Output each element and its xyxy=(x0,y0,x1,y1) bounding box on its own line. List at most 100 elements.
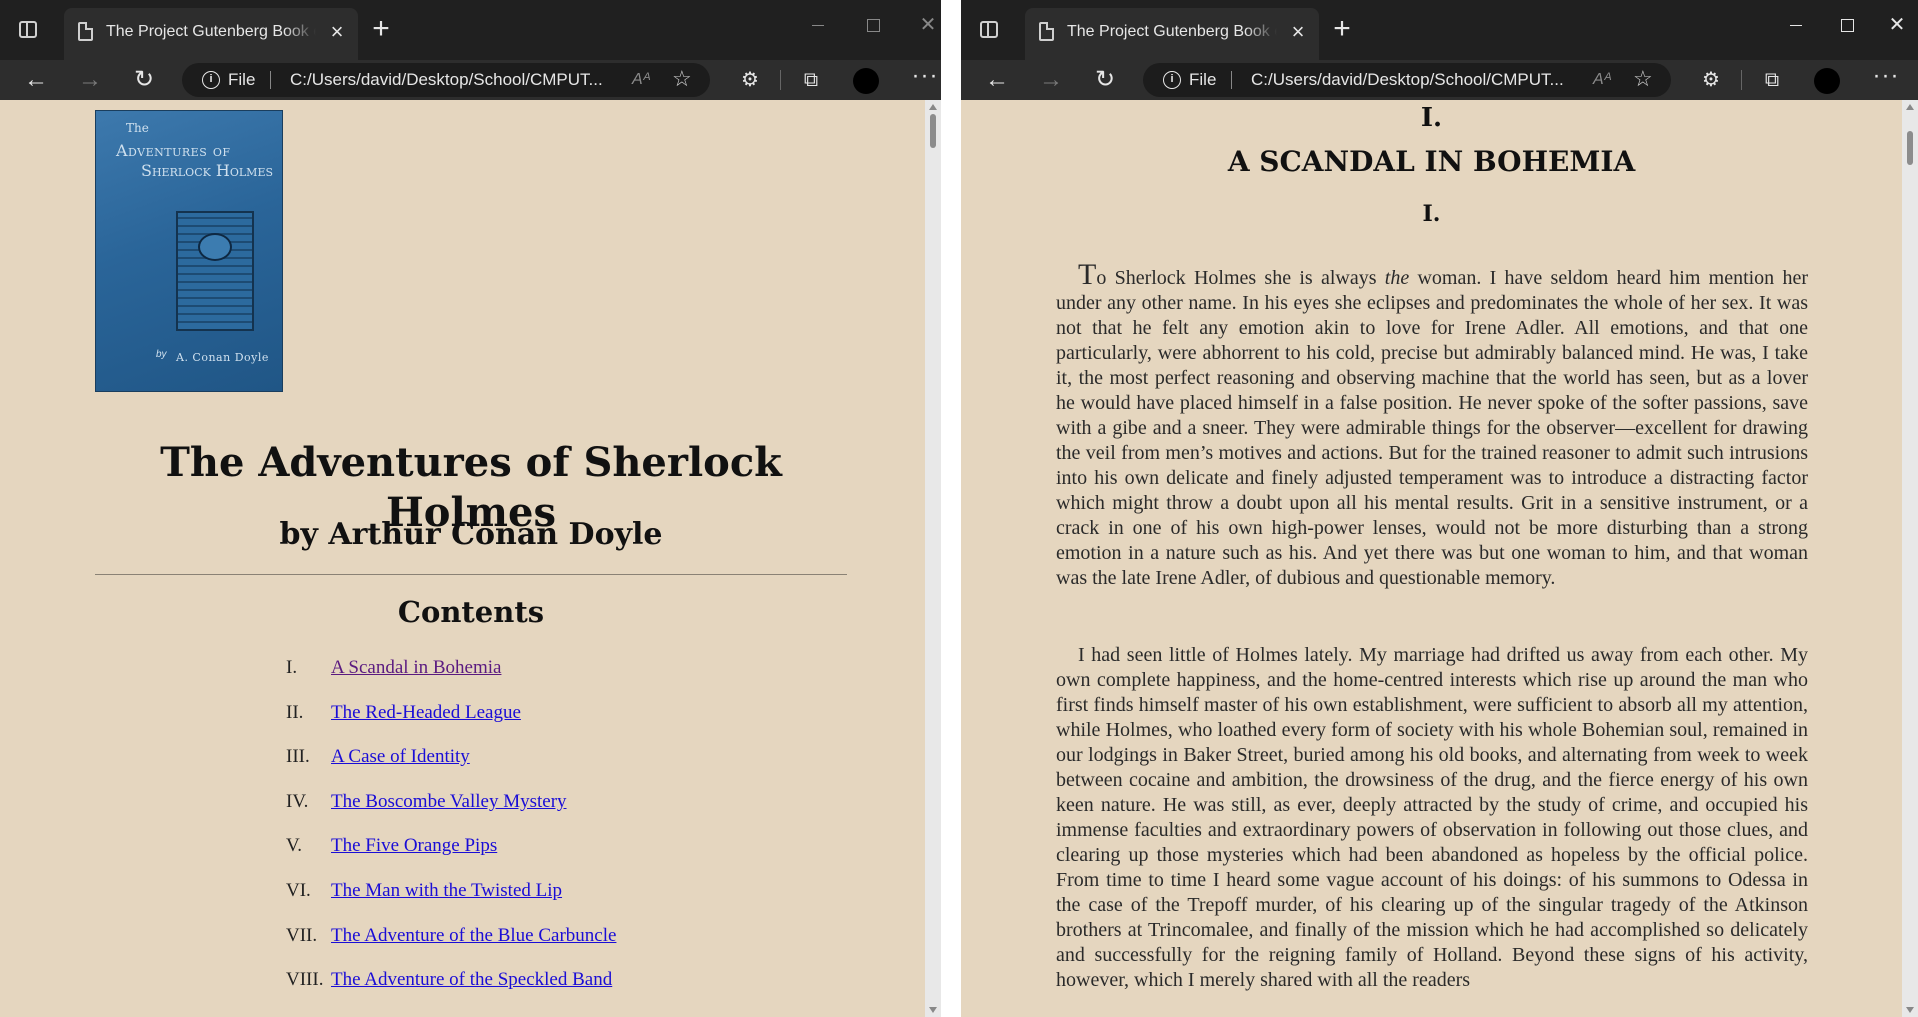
chapter-number: I. xyxy=(1420,103,1443,133)
refresh-button[interactable]: ↻ xyxy=(1089,64,1121,96)
toc-number: IV. xyxy=(286,790,309,812)
profile-avatar[interactable] xyxy=(853,68,879,94)
scheme-label: File xyxy=(1189,70,1217,89)
url-text[interactable]: C:/Users/david/Desktop/School/CMPUT... xyxy=(1251,70,1581,90)
new-tab-button[interactable]: + xyxy=(367,14,395,44)
scrollbar[interactable] xyxy=(925,100,941,1017)
scroll-up-arrow[interactable] xyxy=(1906,104,1914,110)
scroll-down-arrow[interactable] xyxy=(929,1007,937,1013)
page-icon xyxy=(78,22,93,41)
address-divider xyxy=(1231,71,1232,89)
maximize-button[interactable] xyxy=(1824,10,1870,40)
toc-number: III. xyxy=(286,746,310,768)
info-icon[interactable]: i xyxy=(202,71,220,89)
scroll-thumb[interactable] xyxy=(1907,131,1913,166)
chapter-title: A SCANDAL IN BOHEMIA xyxy=(1227,145,1636,178)
tab-active[interactable]: The Project Gutenberg Book of The Advent… xyxy=(1025,8,1319,60)
minimize-button[interactable] xyxy=(1773,10,1819,40)
toolbar: ← → ↻ i File C:/Users/david/Desktop/Scho… xyxy=(0,60,941,100)
url-text[interactable]: C:/Users/david/Desktop/School/CMPUT... xyxy=(290,70,620,90)
tab-close-icon[interactable]: × xyxy=(1287,21,1309,43)
page-icon xyxy=(1039,22,1054,41)
paragraph: I had seen little of Holmes lately. My m… xyxy=(1056,644,1808,991)
address-bar[interactable]: i File C:/Users/david/Desktop/School/CMP… xyxy=(182,63,710,97)
book-author: by Arthur Conan Doyle xyxy=(279,517,663,552)
tab-actions-icon[interactable] xyxy=(16,17,42,43)
book-cover-image: The Adventures of Sherlock Holmes by A. … xyxy=(95,110,283,392)
back-button[interactable]: ← xyxy=(981,64,1013,96)
browser-window-left: The Project Gutenberg Book of The Advent… xyxy=(0,0,941,1017)
address-bar[interactable]: i File C:/Users/david/Desktop/School/CMP… xyxy=(1143,63,1671,97)
toc-item: III. A Case of Identity xyxy=(286,745,786,790)
tab-close-icon[interactable]: × xyxy=(326,21,348,43)
collections-icon[interactable]: ⧉ xyxy=(1760,68,1784,92)
toc-link[interactable]: The Adventure of the Speckled Band xyxy=(331,968,612,992)
toc-number: VIII. xyxy=(286,969,324,991)
forward-button[interactable]: → xyxy=(1035,64,1067,96)
toc-link[interactable]: A Scandal in Bohemia xyxy=(331,656,501,680)
tab-title: The Project Gutenberg Book of The Advent… xyxy=(106,23,316,40)
add-favorite-icon[interactable]: ☆ xyxy=(1633,66,1653,92)
refresh-button[interactable]: ↻ xyxy=(128,64,160,96)
scroll-down-arrow[interactable] xyxy=(1906,1007,1914,1013)
contents-heading: Contents xyxy=(397,595,545,629)
toc-item: VII. The Adventure of the Blue Carbuncle xyxy=(286,924,786,969)
extensions-icon[interactable]: ⚙ xyxy=(738,68,762,92)
toc-number: V. xyxy=(286,835,303,857)
profile-avatar[interactable] xyxy=(1814,68,1840,94)
scroll-up-arrow[interactable] xyxy=(929,104,937,110)
toc-number: VII. xyxy=(286,924,318,946)
toc-link[interactable]: The Man with the Twisted Lip xyxy=(331,879,562,903)
minimize-button[interactable] xyxy=(795,10,841,40)
tab-strip: The Project Gutenberg Book of The Advent… xyxy=(961,0,1918,60)
toc-item: V. The Five Orange Pips xyxy=(286,834,786,879)
toc-link[interactable]: The Red-Headed League xyxy=(331,701,521,725)
new-tab-button[interactable]: + xyxy=(1328,14,1356,44)
toc-link[interactable]: The Boscombe Valley Mystery xyxy=(331,790,567,814)
scheme-label: File xyxy=(228,70,256,89)
toc-link[interactable]: A Case of Identity xyxy=(331,745,470,769)
toc-number: I. xyxy=(286,657,298,678)
table-of-contents: I. A Scandal in Bohemia II. The Red-Headed … xyxy=(286,656,786,1013)
toc-item: VIII. The Adventure of the Speckled Band xyxy=(286,968,786,1013)
back-button[interactable]: ← xyxy=(20,64,52,96)
close-window-button[interactable]: ✕ xyxy=(1874,10,1918,40)
address-divider xyxy=(270,71,271,89)
info-icon[interactable]: i xyxy=(1163,71,1181,89)
toc-link[interactable]: The Adventure of the Blue Carbuncle xyxy=(331,924,616,948)
paragraph: To Sherlock Holmes she is always the wom… xyxy=(1056,258,1808,590)
add-favorite-icon[interactable]: ☆ xyxy=(672,66,692,92)
collections-icon[interactable]: ⧉ xyxy=(799,68,823,92)
toolbar: ← → ↻ i File C:/Users/david/Desktop/Scho… xyxy=(961,60,1918,100)
toc-item: I. A Scandal in Bohemia xyxy=(286,656,786,701)
toc-item: II. The Red-Headed League xyxy=(286,701,786,746)
toc-number: II. xyxy=(286,701,304,723)
more-menu-icon[interactable]: ··· xyxy=(909,64,941,96)
browser-window-right: The Project Gutenberg Book of The Advent… xyxy=(961,0,1918,1017)
tab-actions-icon[interactable] xyxy=(977,17,1003,43)
toc-number: VI. xyxy=(286,879,311,901)
close-window-button[interactable]: ✕ xyxy=(905,10,941,40)
toolbar-divider xyxy=(780,70,781,90)
page-content: The Adventures of Sherlock Holmes by A. … xyxy=(0,100,925,1017)
read-aloud-icon[interactable]: Aᴬ xyxy=(632,70,651,90)
scrollbar[interactable] xyxy=(1902,100,1918,1017)
more-menu-icon[interactable]: ··· xyxy=(1870,64,1902,96)
toc-item: VI. The Man with the Twisted Lip xyxy=(286,879,786,924)
forward-button[interactable]: → xyxy=(74,64,106,96)
extensions-icon[interactable]: ⚙ xyxy=(1699,68,1723,92)
toc-link[interactable]: The Five Orange Pips xyxy=(331,834,497,858)
read-aloud-icon[interactable]: Aᴬ xyxy=(1593,70,1612,90)
window-gap xyxy=(941,0,961,1017)
divider xyxy=(95,574,847,575)
toolbar-divider xyxy=(1741,70,1742,90)
scroll-thumb[interactable] xyxy=(930,114,936,148)
tab-title: The Project Gutenberg Book of The Advent… xyxy=(1067,23,1277,40)
maximize-button[interactable] xyxy=(850,10,896,40)
toc-item: IV. The Boscombe Valley Mystery xyxy=(286,790,786,835)
page-content: I. A SCANDAL IN BOHEMIA I. To Sherlock H… xyxy=(961,100,1902,1017)
drop-cap: T xyxy=(1078,258,1097,291)
tab-active[interactable]: The Project Gutenberg Book of The Advent… xyxy=(64,8,358,60)
tab-strip: The Project Gutenberg Book of The Advent… xyxy=(0,0,941,60)
section-number: I. xyxy=(1422,201,1441,227)
